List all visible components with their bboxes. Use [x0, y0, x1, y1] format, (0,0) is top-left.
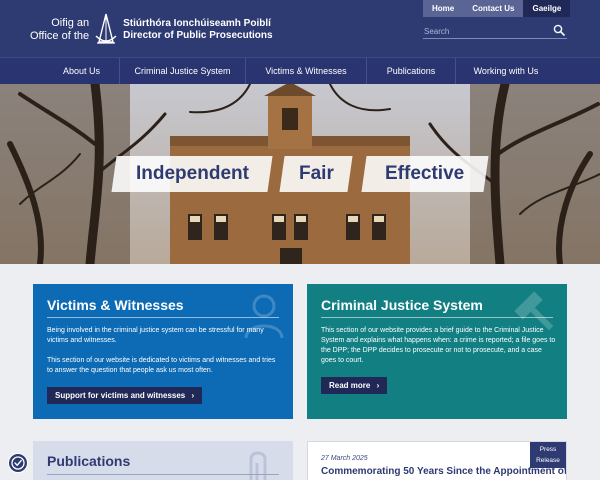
press-release-date: 27 March 2025 — [321, 455, 368, 462]
search-icon[interactable] — [553, 24, 565, 36]
publications-card[interactable]: Publications — [33, 441, 293, 480]
hero-tag-independent-label: Independent — [135, 163, 249, 184]
scales-emblem-icon — [95, 13, 117, 44]
home-link[interactable]: Home — [423, 0, 464, 17]
logo-line-irish: Oifig an — [51, 17, 90, 29]
read-more-button[interactable]: Read more › — [321, 377, 388, 394]
accessibility-icon — [11, 456, 25, 470]
publications-card-divider — [47, 474, 279, 475]
victims-card-divider — [47, 317, 279, 318]
nav-publications[interactable]: Publications — [366, 58, 455, 84]
support-victims-button-label: Support for victims and witnesses — [55, 391, 186, 400]
cjs-card-divider — [321, 317, 553, 318]
read-more-button-label: Read more — [329, 381, 371, 390]
logo-text-right: Stiúrthóra Ionchúiseamh Poiblí Director … — [123, 18, 272, 42]
hero-banner: Independent Fair Effective — [0, 84, 600, 264]
chevron-right-icon: › — [376, 381, 380, 390]
logo-title-english: Director of Public Prosecutions — [123, 30, 273, 41]
nav-about-us[interactable]: About Us — [44, 58, 119, 84]
badge-line-1: Press — [539, 446, 557, 453]
logo-title-irish: Stiúrthóra Ionchúiseamh Poiblí — [123, 18, 271, 29]
criminal-justice-card[interactable]: Criminal Justice System This section of … — [307, 284, 567, 419]
victims-card-title[interactable]: Victims & Witnesses — [47, 297, 184, 313]
paperclip-icon — [249, 451, 267, 480]
gaeilge-link[interactable]: Gaeilge — [523, 0, 571, 17]
site-logo[interactable]: Oifig an Office of the Stiúrthóra Ionchú… — [30, 12, 273, 48]
main-navigation: About Us Criminal Justice System Victims… — [0, 57, 600, 84]
publications-card-title[interactable]: Publications — [47, 453, 130, 469]
cjs-card-title[interactable]: Criminal Justice System — [321, 297, 483, 313]
hero-tag-effective-label: Effective — [385, 163, 465, 184]
nav-criminal-justice-system[interactable]: Criminal Justice System — [119, 58, 245, 84]
logo-text-left: Oifig an Office of the — [30, 17, 89, 43]
nav-working-with-us[interactable]: Working with Us — [455, 58, 556, 84]
hero-tag-fair: Fair — [279, 156, 353, 192]
support-victims-button[interactable]: Support for victims and witnesses › — [47, 387, 203, 404]
cjs-card-paragraph: This section of our website provides a b… — [321, 327, 556, 364]
search-input[interactable] — [423, 23, 549, 40]
hero-tag-fair-label: Fair — [298, 163, 334, 184]
accessibility-button[interactable] — [8, 453, 28, 473]
site-header: Oifig an Office of the Stiúrthóra Ionchú… — [0, 0, 600, 57]
nav-victims-witnesses[interactable]: Victims & Witnesses — [245, 58, 366, 84]
hero-tag-independent: Independent — [111, 156, 273, 192]
victims-card-paragraph-1: Being involved in the criminal justice s… — [47, 327, 264, 344]
press-release-card[interactable]: Press Release 27 March 2025 Commemoratin… — [307, 441, 567, 480]
press-release-badge: Press Release — [530, 442, 566, 468]
contact-us-link[interactable]: Contact Us — [463, 0, 524, 17]
hero-tag-effective: Effective — [361, 156, 489, 192]
chevron-right-icon: › — [191, 391, 195, 400]
victims-card-paragraph-2: This section of our website is dedicated… — [47, 357, 276, 374]
page: Oifig an Office of the Stiúrthóra Ionchú… — [0, 0, 600, 480]
badge-line-2: Release — [536, 457, 560, 464]
logo-line-english: Office of the — [30, 30, 90, 42]
victims-witnesses-card[interactable]: Victims & Witnesses Being involved in th… — [33, 284, 293, 419]
utility-links: Home Contact Us Gaeilge — [423, 0, 571, 17]
search-box — [423, 21, 567, 40]
press-release-title[interactable]: Commemorating 50 Years Since the Appoint… — [321, 466, 566, 477]
